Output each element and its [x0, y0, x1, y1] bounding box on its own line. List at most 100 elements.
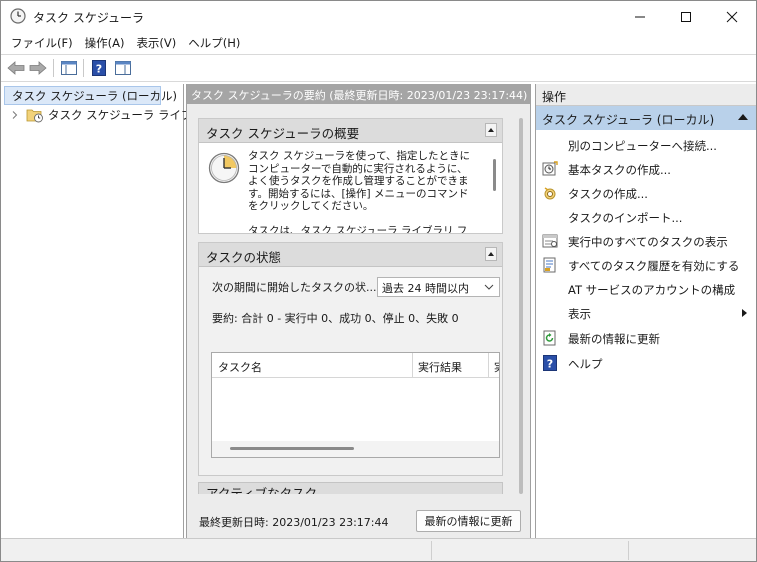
chevron-down-icon — [484, 284, 494, 290]
help-toolbar-button[interactable]: ? — [88, 58, 110, 78]
close-button[interactable] — [709, 1, 755, 32]
period-dropdown[interactable]: 過去 24 時間以内 — [377, 277, 500, 297]
basic-task-icon — [542, 161, 558, 177]
toolbar-separator — [53, 59, 54, 77]
action-create-task[interactable]: タスクの作成... — [536, 182, 755, 204]
toolbar-separator — [83, 59, 84, 77]
action-refresh[interactable]: 最新の情報に更新 — [536, 327, 755, 349]
action-configure-at-service[interactable]: AT サービスのアカウントの構成 — [536, 278, 755, 300]
grid-horizontal-scrollbar[interactable] — [212, 441, 499, 457]
menu-action[interactable]: 操作(A) — [79, 32, 131, 54]
task-status-section: タスクの状態 次の期間に開始したタスクの状... 過去 24 時間以内 要約: … — [198, 242, 503, 476]
action-label: 実行中のすべてのタスクの表示 — [568, 235, 728, 249]
actions-group-header[interactable]: タスク スケジューラ (ローカル) — [536, 106, 756, 130]
period-label: 次の期間に開始したタスクの状... — [212, 281, 377, 294]
tree-item-local-label: タスク スケジューラ (ローカル) — [12, 88, 177, 103]
forward-arrow-icon — [29, 61, 47, 75]
help-icon: ? — [92, 60, 106, 76]
window-title: タスク スケジューラ — [33, 11, 144, 25]
summary-vertical-scrollbar[interactable] — [517, 118, 526, 494]
action-label: 最新の情報に更新 — [568, 332, 660, 346]
maximize-icon — [681, 11, 691, 22]
task-status-body: 次の期間に開始したタスクの状... 過去 24 時間以内 要約: 合計 0 - … — [199, 267, 502, 475]
action-help[interactable]: ? ヘルプ — [536, 352, 755, 374]
scrollbar-thumb[interactable] — [519, 118, 523, 494]
collapse-task-status-button[interactable] — [485, 247, 497, 261]
summary-footer: 最終更新日時: 2023/01/23 23:17:44 最新の情報に更新 — [187, 494, 530, 538]
minimize-icon — [635, 16, 645, 17]
task-scheduler-window: タスク スケジューラ ファイル(F) 操作(A) 表示(V) ヘルプ(H) ? — [0, 0, 757, 562]
period-dropdown-value: 過去 24 時間以内 — [382, 282, 469, 295]
collapse-up-icon[interactable] — [738, 114, 748, 120]
grid-header: タスク名 実行結果 実 — [212, 353, 499, 378]
active-tasks-section-header[interactable]: アクティブなタスク — [198, 482, 503, 494]
history-icon — [542, 257, 558, 273]
column-truncated[interactable]: 実 — [494, 359, 499, 375]
svg-text:?: ? — [96, 63, 102, 76]
toolbar: ? — [1, 54, 756, 82]
refresh-button[interactable]: 最新の情報に更新 — [416, 510, 521, 532]
back-button[interactable] — [5, 58, 27, 78]
task-status-title: タスクの状態 — [206, 250, 282, 265]
chevron-right-icon[interactable] — [10, 110, 20, 120]
scrollbar-thumb[interactable] — [230, 447, 354, 450]
menu-view[interactable]: 表示(V) — [130, 32, 182, 54]
action-pane-icon — [115, 61, 131, 75]
column-separator[interactable] — [412, 353, 413, 378]
overview-paragraph-2: タスクは、タスク スケジューラ ライブラリ フォルダー — [248, 224, 468, 234]
task-status-section-header[interactable]: タスクの状態 — [199, 243, 502, 267]
action-label: すべてのタスク履歴を有効にする — [568, 259, 740, 273]
title-bar: タスク スケジューラ — [1, 1, 756, 32]
clock-app-icon — [10, 8, 26, 24]
action-enable-all-history[interactable]: すべてのタスク履歴を有効にする — [536, 254, 755, 276]
minimize-button[interactable] — [617, 1, 663, 32]
collapse-overview-button[interactable] — [485, 123, 497, 137]
overview-scrollbar[interactable] — [493, 159, 496, 191]
overview-section-header[interactable]: タスク スケジューラの概要 — [199, 119, 502, 143]
summary-header: タスク スケジューラの要約 (最終更新日時: 2023/01/23 23:17:… — [187, 84, 530, 104]
overview-title: タスク スケジューラの概要 — [206, 126, 360, 141]
menu-help[interactable]: ヘルプ(H) — [182, 32, 246, 54]
action-connect-computer[interactable]: 別のコンピューターへ接続... — [536, 134, 755, 156]
status-bar-divider — [431, 541, 432, 560]
actions-title: 操作 — [536, 84, 756, 106]
menu-bar: ファイル(F) 操作(A) 表示(V) ヘルプ(H) — [1, 32, 756, 54]
create-task-icon — [542, 185, 558, 201]
action-label: タスクの作成... — [568, 187, 648, 201]
submenu-arrow-icon — [742, 309, 747, 317]
show-hide-console-tree-button[interactable] — [58, 58, 80, 78]
action-label: タスクのインポート... — [568, 211, 683, 225]
tree-item-local[interactable]: タスク スケジューラ (ローカル) — [4, 86, 177, 105]
tree-item-library[interactable]: タスク スケジューラ ライブラリ — [10, 105, 216, 124]
svg-text:?: ? — [547, 358, 553, 371]
action-view[interactable]: 表示 — [536, 302, 755, 324]
action-import-task[interactable]: タスクのインポート... — [536, 206, 755, 228]
column-separator[interactable] — [488, 353, 489, 378]
action-label: AT サービスのアカウントの構成 — [568, 283, 736, 297]
maximize-button[interactable] — [663, 1, 709, 32]
close-icon — [726, 11, 738, 22]
column-run-result[interactable]: 実行結果 — [418, 359, 462, 375]
folder-clock-icon — [26, 109, 43, 122]
console-tree: タスク スケジューラ (ローカル) タスク スケジューラ ライブラリ — [1, 84, 216, 538]
overview-paragraph-1: タスク スケジューラを使って、指定したときにコンピューターで自動的に実行されるよ… — [248, 150, 471, 212]
status-summary: 要約: 合計 0 - 実行中 0、成功 0、停止 0、失敗 0 — [212, 312, 459, 325]
action-display-running-tasks[interactable]: 実行中のすべてのタスクの表示 — [536, 230, 755, 252]
console-tree-icon — [61, 61, 77, 75]
overview-section: タスク スケジューラの概要 タスク スケジューラを使って、指定したときにコンピュ… — [198, 118, 503, 234]
action-label: 別のコンピューターへ接続... — [568, 139, 717, 153]
last-updated-text: 最終更新日時: 2023/01/23 23:17:44 — [199, 516, 389, 529]
action-create-basic-task[interactable]: 基本タスクの作成... — [536, 158, 755, 180]
action-label: ヘルプ — [568, 357, 603, 371]
actions-pane: 操作 タスク スケジューラ (ローカル) 別のコンピューターへ接続... 基本タ… — [535, 84, 756, 538]
menu-file[interactable]: ファイル(F) — [5, 32, 79, 54]
action-label: 表示 — [568, 307, 591, 321]
forward-button[interactable] — [27, 58, 49, 78]
status-bar-divider — [628, 541, 629, 560]
clock-illustration-icon — [208, 152, 240, 184]
column-task-name[interactable]: タスク名 — [218, 359, 262, 375]
overview-text: タスク スケジューラを使って、指定したときにコンピューターで自動的に実行されるよ… — [248, 150, 473, 233]
summary-pane: タスク スケジューラの要約 (最終更新日時: 2023/01/23 23:17:… — [186, 84, 531, 538]
show-hide-action-pane-button[interactable] — [112, 58, 134, 78]
action-label: 基本タスクの作成... — [568, 163, 671, 177]
